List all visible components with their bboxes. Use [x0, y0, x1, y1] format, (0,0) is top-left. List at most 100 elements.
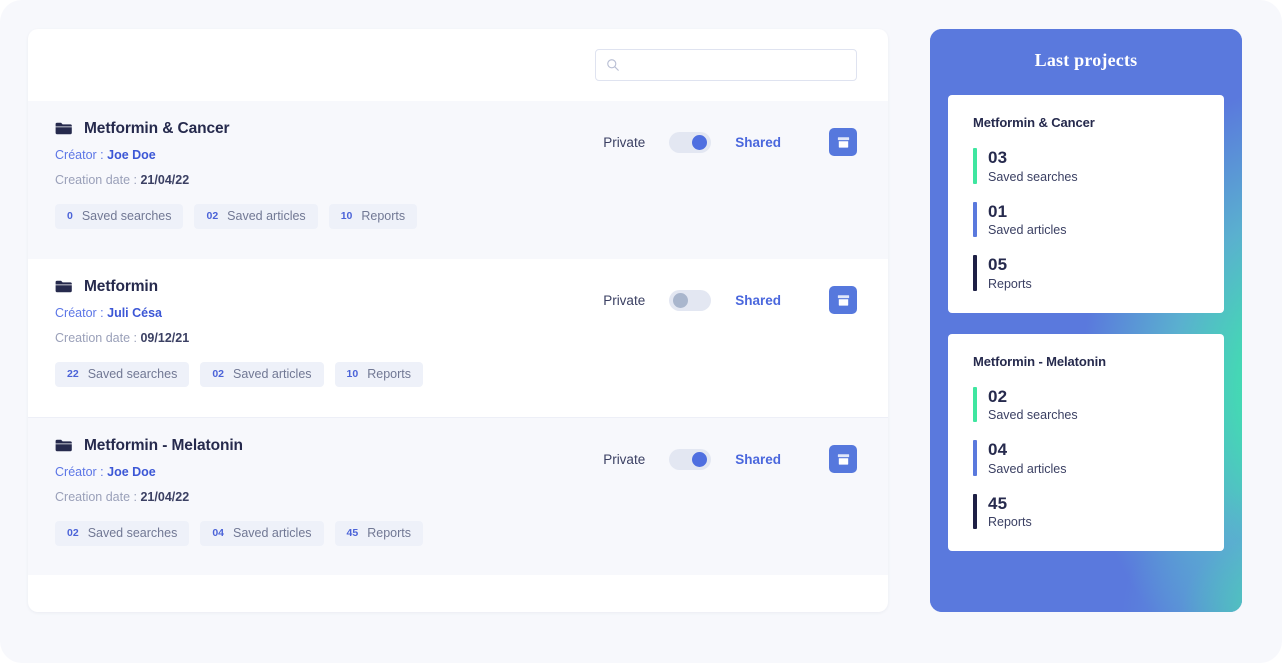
private-label: Private: [603, 134, 646, 150]
project-list: Metformin & Cancer Créator : Joe Doe Cre…: [28, 101, 888, 575]
creator-label: Créator :: [55, 147, 104, 162]
project-badge[interactable]: 10 Reports: [328, 203, 418, 229]
project-row[interactable]: Metformin Créator : Juli Césa Creation d…: [28, 259, 888, 417]
visibility-toggle[interactable]: [669, 131, 712, 153]
project-title: Metformin: [84, 278, 159, 295]
project-badge[interactable]: 02 Saved articles: [194, 203, 318, 229]
project-stat: 04 Saved articles: [948, 440, 1224, 476]
folder-icon: [55, 123, 72, 135]
stat-label: Saved searches: [988, 169, 1078, 184]
archive-box-icon: [837, 453, 849, 465]
search-icon: [607, 59, 619, 71]
last-project-card[interactable]: Metformin - Melatonin 02 Saved searches …: [948, 333, 1224, 552]
badge-count: 10: [340, 210, 353, 222]
project-creator: Créator : Juli Césa: [55, 306, 423, 320]
project-info: Metformin - Melatonin Créator : Joe Doe …: [55, 438, 423, 546]
stat-color-bar: [973, 493, 977, 530]
created-value: 21/04/22: [140, 172, 190, 187]
badge-label: Saved searches: [87, 526, 178, 540]
stat-label: Reports: [988, 276, 1032, 291]
created-label: Creation date :: [55, 489, 137, 504]
project-created: Creation date : 09/12/21: [55, 331, 423, 345]
toggle-knob: [673, 292, 689, 308]
folder-icon: [55, 281, 72, 293]
archive-button[interactable]: [829, 286, 857, 314]
archive-button[interactable]: [829, 128, 857, 156]
creator-name: Joe Doe: [107, 147, 156, 162]
project-badges: 22 Saved searches 02 Saved articles 10 R…: [55, 361, 423, 387]
last-project-card[interactable]: Metformin & Cancer 03 Saved searches 01 …: [948, 95, 1224, 313]
toggle-knob: [692, 451, 708, 467]
badge-label: Reports: [361, 209, 406, 223]
project-stat: 03 Saved searches: [948, 148, 1224, 184]
project-info: Metformin Créator : Juli Césa Creation d…: [55, 279, 423, 387]
badge-count: 02: [67, 527, 79, 539]
toggle-knob: [692, 134, 708, 150]
project-badges: 0 Saved searches 02 Saved articles 10 Re…: [55, 203, 418, 229]
project-controls: Private Shared: [603, 128, 857, 156]
search-input[interactable]: [628, 57, 846, 73]
stat-color-bar: [973, 148, 977, 184]
created-label: Creation date :: [55, 172, 137, 187]
badge-label: Saved articles: [227, 209, 306, 223]
badge-label: Saved searches: [81, 209, 172, 223]
created-label: Creation date :: [55, 330, 137, 345]
visibility-toggle[interactable]: [669, 289, 712, 311]
project-badge[interactable]: 04 Saved articles: [200, 520, 324, 546]
badge-label: Saved searches: [87, 367, 178, 381]
stat-value: 04: [988, 440, 1008, 460]
stat-label: Saved articles: [988, 461, 1067, 476]
app-root: Metformin & Cancer Créator : Joe Doe Cre…: [0, 0, 1282, 663]
project-created: Creation date : 21/04/22: [55, 490, 423, 504]
badge-count: 02: [212, 368, 225, 380]
search-row: [28, 29, 888, 101]
badge-label: Saved articles: [233, 367, 312, 381]
stat-text: 05 Reports: [988, 255, 1032, 291]
creator-label: Créator :: [55, 464, 104, 479]
project-title-row: Metformin & Cancer: [55, 121, 417, 137]
badge-count: 0: [67, 210, 73, 222]
project-badge[interactable]: 02 Saved articles: [200, 361, 324, 387]
creator-name: Juli Césa: [107, 305, 163, 320]
project-creator: Créator : Joe Doe: [55, 465, 423, 479]
project-badge[interactable]: 45 Reports: [334, 520, 423, 546]
project-controls: Private Shared: [603, 286, 857, 314]
project-stat: 45 Reports: [948, 493, 1224, 530]
stat-label: Saved articles: [988, 223, 1067, 238]
project-row[interactable]: Metformin & Cancer Créator : Joe Doe Cre…: [28, 101, 888, 259]
archive-box-icon: [837, 294, 849, 306]
stat-value: 45: [988, 493, 1008, 513]
shared-label: Shared: [735, 134, 781, 150]
badge-count: 22: [67, 368, 79, 380]
last-projects-panel: Last projects Metformin & Cancer 03 Save…: [930, 29, 1242, 612]
project-created: Creation date : 21/04/22: [55, 173, 417, 187]
stat-text: 02 Saved searches: [988, 387, 1078, 423]
project-stat: 05 Reports: [948, 255, 1224, 291]
private-label: Private: [603, 292, 646, 308]
project-badge[interactable]: 0 Saved searches: [55, 203, 184, 229]
stat-text: 04 Saved articles: [988, 440, 1067, 476]
private-label: Private: [603, 451, 646, 467]
creator-name: Joe Doe: [107, 464, 156, 479]
project-title: Metformin & Cancer: [84, 120, 230, 137]
project-badge[interactable]: 10 Reports: [334, 361, 423, 387]
stat-color-bar: [973, 255, 977, 291]
archive-button[interactable]: [829, 445, 857, 473]
panel-title: Last projects: [1034, 50, 1138, 70]
project-badge[interactable]: 02 Saved searches: [55, 520, 190, 546]
project-row[interactable]: Metformin - Melatonin Créator : Joe Doe …: [28, 417, 888, 575]
card-title: Metformin & Cancer: [973, 115, 1095, 130]
shared-label: Shared: [735, 292, 781, 308]
stat-value: 01: [988, 201, 1008, 221]
badge-count: 02: [206, 210, 219, 222]
project-badge[interactable]: 22 Saved searches: [55, 361, 190, 387]
visibility-toggle[interactable]: [669, 448, 712, 470]
project-controls: Private Shared: [603, 445, 857, 473]
badge-count: 10: [346, 368, 359, 380]
stat-text: 03 Saved searches: [988, 148, 1078, 184]
stat-label: Saved searches: [988, 408, 1078, 423]
project-title: Metformin - Melatonin: [84, 437, 243, 454]
card-title: Metformin - Melatonin: [973, 353, 1106, 369]
search-box[interactable]: [595, 49, 857, 81]
project-title-row: Metformin - Melatonin: [55, 438, 423, 454]
